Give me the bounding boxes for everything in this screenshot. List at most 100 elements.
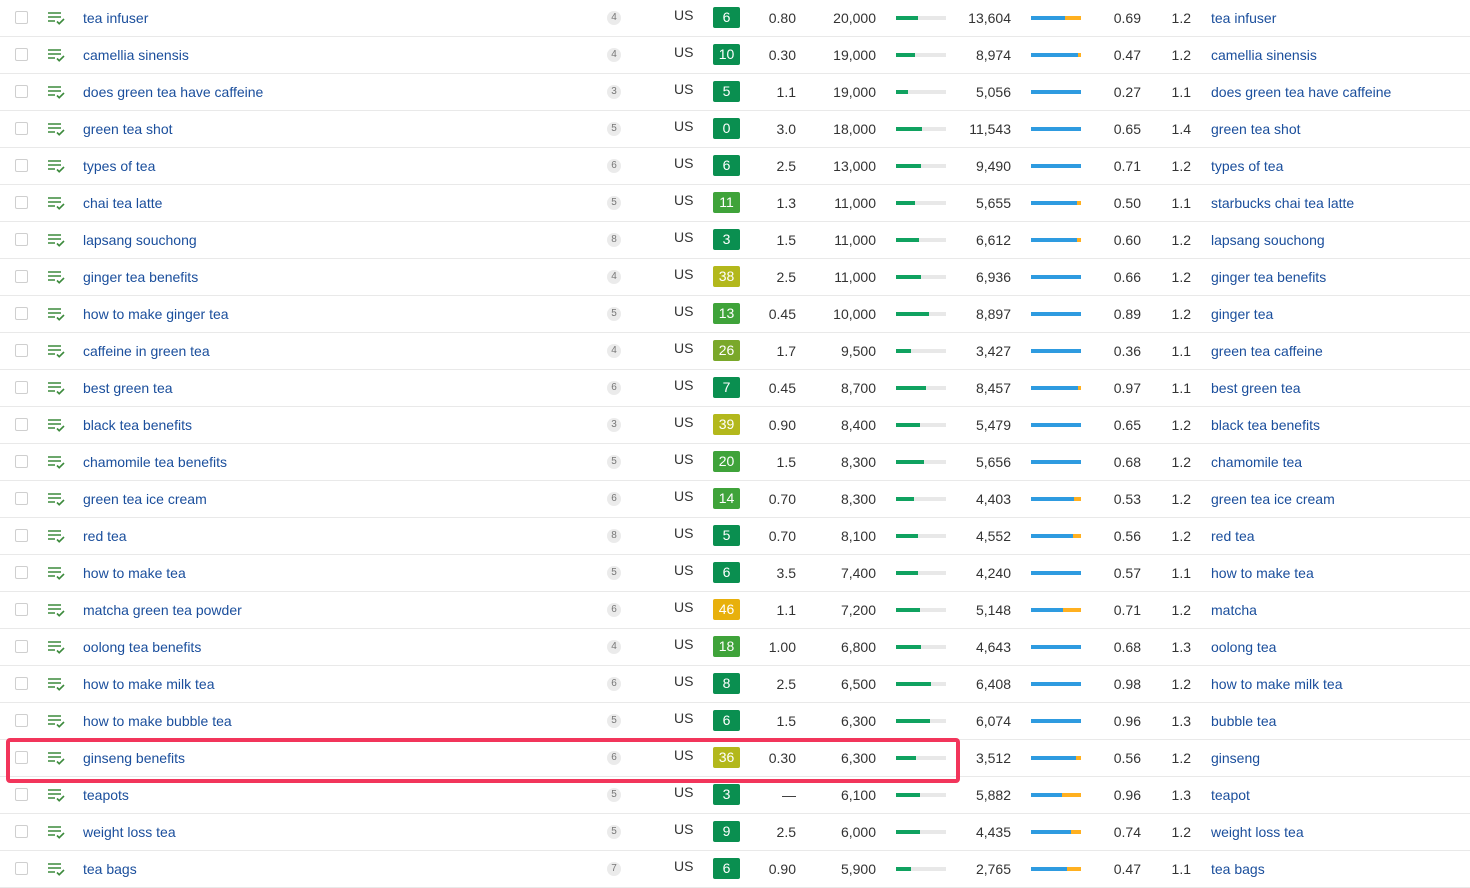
keyword-link[interactable]: best green tea (83, 370, 173, 406)
list-check-icon[interactable] (47, 269, 65, 285)
keyword-link[interactable]: how to make milk tea (83, 666, 215, 702)
keyword-link[interactable]: how to make tea (83, 555, 186, 591)
clicks-bar-fill (1031, 238, 1077, 242)
keyword-link[interactable]: tea infuser (83, 0, 148, 36)
clicks-bar-fill (1031, 275, 1081, 279)
parent-topic-link[interactable]: ginseng (1211, 740, 1260, 776)
row-checkbox[interactable] (15, 714, 28, 727)
parent-topic-link[interactable]: red tea (1211, 518, 1255, 554)
parent-topic-link[interactable]: camellia sinensis (1211, 37, 1317, 73)
row-checkbox[interactable] (15, 566, 28, 579)
keyword-link[interactable]: matcha green tea powder (83, 592, 242, 628)
keyword-link[interactable]: red tea (83, 518, 127, 554)
parent-topic-link[interactable]: how to make tea (1211, 555, 1314, 591)
keyword-link[interactable]: teapots (83, 777, 129, 813)
row-checkbox[interactable] (15, 122, 28, 135)
row-checkbox[interactable] (15, 529, 28, 542)
keyword-link[interactable]: ginseng benefits (83, 740, 185, 776)
keyword-link[interactable]: green tea shot (83, 111, 173, 147)
country-code: US (674, 377, 694, 393)
list-check-icon[interactable] (47, 47, 65, 63)
row-checkbox[interactable] (15, 788, 28, 801)
row-checkbox[interactable] (15, 603, 28, 616)
parent-topic-link[interactable]: ginger tea (1211, 296, 1273, 332)
list-check-icon[interactable] (47, 787, 65, 803)
list-check-icon[interactable] (47, 417, 65, 433)
row-checkbox[interactable] (15, 159, 28, 172)
parent-topic-link[interactable]: best green tea (1211, 370, 1301, 406)
parent-topic-link[interactable]: does green tea have caffeine (1211, 74, 1391, 110)
list-check-icon[interactable] (47, 713, 65, 729)
keyword-link[interactable]: camellia sinensis (83, 37, 189, 73)
list-check-icon[interactable] (47, 121, 65, 137)
keyword-link[interactable]: does green tea have caffeine (83, 74, 263, 110)
parent-topic-link[interactable]: black tea benefits (1211, 407, 1320, 443)
parent-topic-link[interactable]: tea infuser (1211, 0, 1276, 36)
list-check-icon[interactable] (47, 454, 65, 470)
row-checkbox[interactable] (15, 233, 28, 246)
keyword-link[interactable]: oolong tea benefits (83, 629, 201, 665)
row-checkbox[interactable] (15, 640, 28, 653)
list-check-icon[interactable] (47, 639, 65, 655)
parent-topic-link[interactable]: oolong tea (1211, 629, 1276, 665)
list-check-icon[interactable] (47, 676, 65, 692)
parent-topic-link[interactable]: weight loss tea (1211, 814, 1304, 850)
parent-topic-link[interactable]: types of tea (1211, 148, 1283, 184)
row-checkbox[interactable] (15, 418, 28, 431)
keyword-link[interactable]: green tea ice cream (83, 481, 207, 517)
parent-topic-link[interactable]: bubble tea (1211, 703, 1276, 739)
keyword-link[interactable]: weight loss tea (83, 814, 176, 850)
row-checkbox[interactable] (15, 492, 28, 505)
row-checkbox[interactable] (15, 48, 28, 61)
keyword-link[interactable]: how to make ginger tea (83, 296, 229, 332)
position-badge: 5 (607, 566, 621, 580)
parent-topic-link[interactable]: starbucks chai tea latte (1211, 185, 1354, 221)
list-check-icon[interactable] (47, 343, 65, 359)
row-checkbox[interactable] (15, 270, 28, 283)
keyword-link[interactable]: black tea benefits (83, 407, 192, 443)
list-check-icon[interactable] (47, 528, 65, 544)
parent-topic-link[interactable]: green tea caffeine (1211, 333, 1323, 369)
keyword-link[interactable]: tea bags (83, 851, 137, 887)
parent-topic-link[interactable]: how to make milk tea (1211, 666, 1343, 702)
list-check-icon[interactable] (47, 565, 65, 581)
list-check-icon[interactable] (47, 491, 65, 507)
row-checkbox[interactable] (15, 862, 28, 875)
parent-topic-link[interactable]: chamomile tea (1211, 444, 1302, 480)
list-check-icon[interactable] (47, 750, 65, 766)
parent-topic-link[interactable]: lapsang souchong (1211, 222, 1325, 258)
row-checkbox[interactable] (15, 381, 28, 394)
row-checkbox[interactable] (15, 11, 28, 24)
keyword-link[interactable]: chamomile tea benefits (83, 444, 227, 480)
list-check-icon[interactable] (47, 824, 65, 840)
keyword-link[interactable]: lapsang souchong (83, 222, 197, 258)
row-checkbox[interactable] (15, 751, 28, 764)
keyword-link[interactable]: ginger tea benefits (83, 259, 198, 295)
list-check-icon[interactable] (47, 10, 65, 26)
parent-topic-link[interactable]: ginger tea benefits (1211, 259, 1326, 295)
keyword-link[interactable]: chai tea latte (83, 185, 162, 221)
row-checkbox[interactable] (15, 196, 28, 209)
parent-topic-link[interactable]: green tea ice cream (1211, 481, 1335, 517)
keyword-link[interactable]: caffeine in green tea (83, 333, 210, 369)
row-checkbox[interactable] (15, 307, 28, 320)
parent-topic-link[interactable]: matcha (1211, 592, 1257, 628)
list-check-icon[interactable] (47, 84, 65, 100)
list-check-icon[interactable] (47, 861, 65, 877)
parent-topic-link[interactable]: teapot (1211, 777, 1250, 813)
parent-topic-link[interactable]: tea bags (1211, 851, 1265, 887)
keyword-link[interactable]: types of tea (83, 148, 155, 184)
keyword-link[interactable]: how to make bubble tea (83, 703, 232, 739)
row-checkbox[interactable] (15, 825, 28, 838)
row-checkbox[interactable] (15, 344, 28, 357)
list-check-icon[interactable] (47, 602, 65, 618)
row-checkbox[interactable] (15, 677, 28, 690)
list-check-icon[interactable] (47, 306, 65, 322)
row-checkbox[interactable] (15, 455, 28, 468)
list-check-icon[interactable] (47, 158, 65, 174)
row-checkbox[interactable] (15, 85, 28, 98)
list-check-icon[interactable] (47, 232, 65, 248)
parent-topic-link[interactable]: green tea shot (1211, 111, 1301, 147)
list-check-icon[interactable] (47, 195, 65, 211)
list-check-icon[interactable] (47, 380, 65, 396)
